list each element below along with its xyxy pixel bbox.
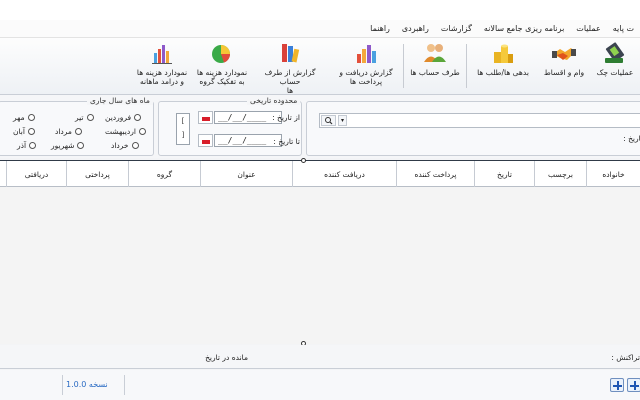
column-family[interactable]: خانواده — [586, 161, 640, 187]
handshake-icon — [552, 48, 576, 60]
search-input[interactable]: ▾ — [319, 113, 640, 128]
dropdown-chevron-icon[interactable]: ▾ — [338, 115, 347, 126]
radio-icon — [27, 114, 35, 121]
toolbar-separator — [403, 44, 404, 88]
toolbar: عملیات چک وام و اقساط بدهی ها/طلب ها طرف… — [0, 38, 640, 95]
search-icon[interactable] — [321, 115, 336, 126]
radio-icon — [29, 142, 37, 149]
radio-icon — [77, 142, 85, 149]
menu-reports[interactable]: گزارشات — [435, 24, 478, 33]
status-bar: نسخه 1.0.0 — [0, 370, 640, 400]
date-range-group: محدوده تاریخی [] __/__/____ از تاریخ : _… — [158, 96, 302, 156]
from-date-calendar-icon[interactable] — [198, 111, 213, 124]
search-panel: ▾ تاریخ : — [306, 101, 640, 156]
month-shahrivar-radio[interactable]: شهریور — [51, 141, 85, 150]
grid-header: خانواده برچسب تاریخ پرداخت کننده دریافت … — [0, 161, 640, 187]
accounts-button[interactable]: طرف حساب ها — [408, 40, 462, 92]
grid-body[interactable] — [0, 188, 640, 344]
radio-icon — [86, 114, 94, 121]
cheque-ops-button[interactable]: عملیات چک — [592, 40, 638, 92]
people-icon — [424, 44, 446, 62]
menu-operations[interactable]: عملیات — [570, 24, 606, 33]
party-report-button[interactable]: گزارش از طرف حساب ها — [254, 40, 326, 95]
report-chart-icon — [357, 45, 376, 63]
debts-button[interactable]: بدهی ها/طلب ها — [472, 40, 534, 92]
status-separator — [62, 375, 63, 395]
menu-base-info[interactable]: ت پایه — [607, 24, 640, 33]
menu-strategic[interactable]: راهبردی — [396, 24, 435, 33]
radio-icon — [138, 128, 146, 135]
radio-icon — [27, 128, 35, 135]
summary-bar: تراکنش : مانده در تاریخ — [0, 345, 640, 369]
transactions-grid: خانواده برچسب تاریخ پرداخت کننده دریافت … — [0, 160, 640, 344]
month-azar-radio[interactable]: آذر — [17, 141, 37, 150]
bar-chart-icon — [152, 45, 172, 64]
receipts-payments-report-button[interactable]: گزارش دریافت و پرداخت ها — [334, 40, 398, 92]
menu-annual-planning[interactable]: برنامه ریزی جامع سالانه — [478, 24, 570, 33]
column-group[interactable]: گروه — [128, 161, 200, 187]
cheque-icon — [605, 42, 625, 63]
month-mehr-radio[interactable]: مهر — [13, 113, 35, 122]
range-toggle-button[interactable]: [] — [176, 113, 190, 145]
column-payer[interactable]: پرداخت کننده — [396, 161, 474, 187]
column-payee[interactable]: دریافت کننده — [292, 161, 396, 187]
resize-handle-top[interactable] — [301, 158, 306, 163]
search-date-label: تاریخ : — [623, 134, 640, 143]
filter-panel: ماه های سال جاری فروردین تیر مهر اردیبهش… — [0, 95, 640, 158]
column-title[interactable]: عنوان — [200, 161, 292, 187]
transaction-count-label: تراکنش : — [611, 353, 640, 362]
toolbar-separator — [466, 44, 467, 88]
to-date-calendar-icon[interactable] — [198, 134, 213, 147]
version-label: نسخه 1.0.0 — [66, 380, 108, 389]
to-date-label: تا تاریخ : — [273, 137, 300, 146]
month-farvardin-radio[interactable]: فروردین — [105, 113, 142, 122]
month-khordad-radio[interactable]: خرداد — [111, 141, 139, 150]
column-tag[interactable]: برچسب — [534, 161, 586, 187]
coins-icon — [494, 44, 513, 63]
title-strip — [0, 0, 640, 20]
group-cost-chart-button[interactable]: نمودارد هزینه ها به تفکیک گروه — [192, 40, 252, 92]
radio-icon — [134, 114, 142, 121]
month-tir-radio[interactable]: تیر — [75, 113, 94, 122]
month-mordad-radio[interactable]: مرداد — [55, 127, 82, 136]
month-ordibehesht-radio[interactable]: اردیبهشت — [105, 127, 146, 136]
menu-help[interactable]: راهنما — [364, 24, 396, 33]
status-separator — [124, 375, 125, 395]
from-date-label: از تاریخ : — [272, 113, 300, 122]
month-aban-radio[interactable]: آبان — [13, 127, 35, 136]
radio-icon — [74, 128, 82, 135]
radio-icon — [131, 142, 139, 149]
column-date[interactable]: تاریخ — [474, 161, 534, 187]
menu-bar: ت پایه عملیات برنامه ریزی جامع سالانه گز… — [0, 20, 640, 38]
add-transaction-button[interactable] — [627, 378, 640, 392]
add-button[interactable] — [610, 378, 624, 392]
pie-chart-icon — [212, 45, 231, 63]
column-payment[interactable]: پرداختی — [66, 161, 128, 187]
column-receipt[interactable]: دریافتی — [6, 161, 66, 187]
months-group: ماه های سال جاری فروردین تیر مهر اردیبهش… — [0, 96, 154, 156]
books-icon — [282, 44, 300, 63]
monthly-cost-income-chart-button[interactable]: نمودارد هزینه ها و درامد ماهانه — [132, 40, 192, 92]
loans-button[interactable]: وام و اقساط — [540, 40, 588, 92]
balance-label: مانده در تاریخ — [205, 353, 248, 362]
